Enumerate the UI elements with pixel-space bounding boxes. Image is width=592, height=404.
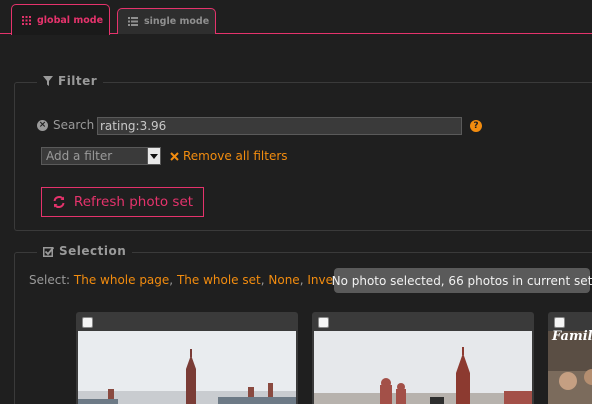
list-icon	[128, 17, 138, 26]
funnel-icon	[43, 76, 53, 86]
select-row: Select: The whole page, The whole set, N…	[29, 273, 343, 287]
refresh-icon	[53, 196, 65, 208]
tab-label: single mode	[144, 16, 210, 27]
remove-all-filters-label: Remove all filters	[183, 149, 288, 163]
selection-legend-text: Selection	[59, 244, 127, 258]
photo-card[interactable]	[312, 312, 534, 404]
close-icon	[170, 151, 179, 161]
kremlin-photo-1	[78, 331, 296, 404]
link-separator: ,	[260, 273, 265, 287]
search-input[interactable]	[97, 117, 462, 135]
add-filter-select-value: Add a filter	[46, 149, 113, 163]
chevron-down-icon[interactable]	[147, 148, 160, 164]
filter-legend-text: Filter	[58, 74, 98, 88]
selection-legend: Selection	[37, 244, 133, 258]
remove-all-filters-link[interactable]: Remove all filters	[170, 149, 288, 163]
add-filter-select[interactable]: Add a filter	[41, 147, 161, 165]
photo-card[interactable]: Famil	[548, 312, 592, 404]
photo-select-checkbox[interactable]	[318, 317, 329, 328]
clear-search-icon[interactable]: ×	[37, 119, 48, 131]
tab-label: global mode	[37, 14, 104, 26]
filter-panel: Filter × Search ? Add a filter Remove al…	[14, 74, 592, 231]
selection-status-badge: No photo selected, 66 photos in current …	[332, 268, 592, 293]
photo-card[interactable]	[76, 312, 298, 404]
tab-single-mode[interactable]: single mode	[117, 8, 216, 34]
grid-icon	[22, 15, 31, 25]
refresh-photo-set-label: Refresh photo set	[73, 194, 194, 210]
select-none-link[interactable]: None	[268, 273, 299, 287]
link-separator: ,	[299, 273, 304, 287]
refresh-photo-set-button[interactable]: Refresh photo set	[41, 187, 204, 217]
select-whole-page-link[interactable]: The whole page	[74, 273, 169, 287]
red-square-photo	[314, 331, 532, 404]
select-label: Select:	[29, 273, 71, 287]
search-label: Search	[53, 118, 95, 132]
checkbox-checked-icon	[43, 246, 54, 257]
photo-thumbnail[interactable]	[78, 331, 296, 404]
mode-tabs: global mode single mode	[0, 0, 592, 35]
link-separator: ,	[169, 273, 174, 287]
search-row: × Search ?	[37, 117, 482, 135]
select-whole-set-link[interactable]: The whole set	[177, 273, 261, 287]
help-icon[interactable]: ?	[470, 120, 482, 132]
photo-thumbnail[interactable]	[314, 331, 532, 404]
filter-legend: Filter	[37, 74, 104, 88]
photo-caption: Famil	[552, 329, 592, 344]
photo-select-checkbox[interactable]	[554, 317, 565, 328]
photo-select-checkbox[interactable]	[82, 317, 93, 328]
tab-global-mode[interactable]: global mode	[11, 4, 110, 35]
